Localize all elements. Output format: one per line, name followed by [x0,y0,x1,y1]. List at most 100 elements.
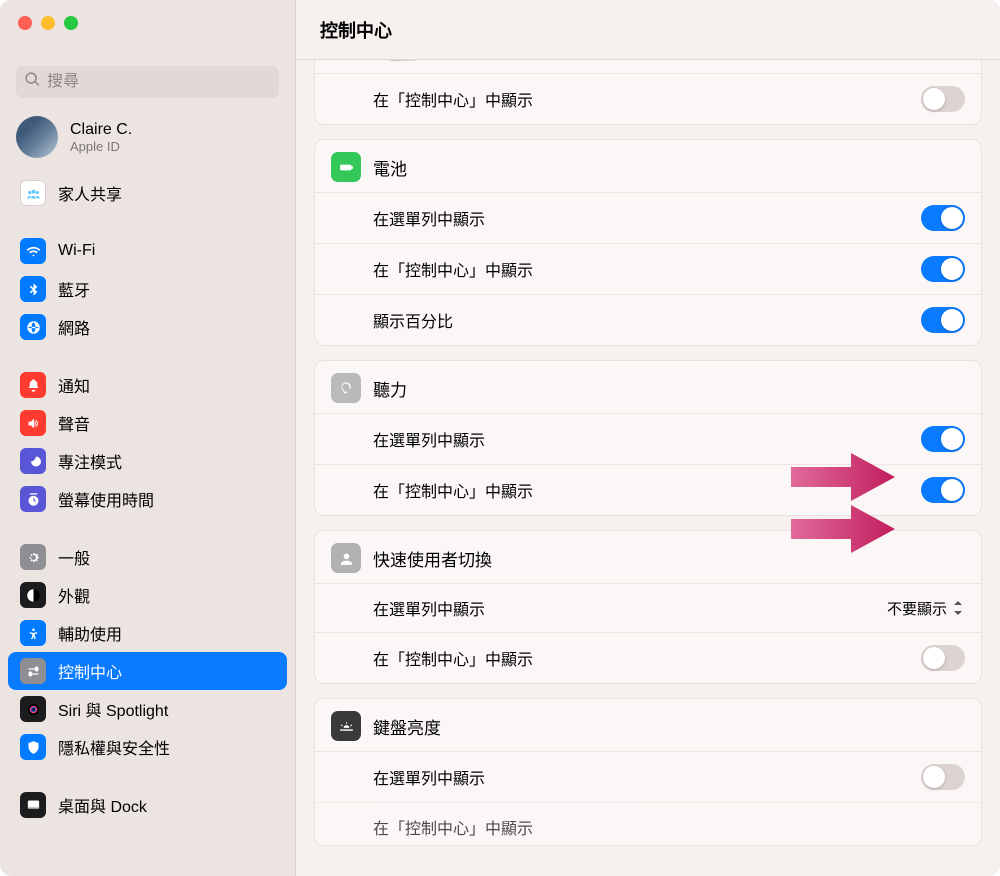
siri-icon [20,696,46,722]
sidebar-item-general[interactable]: 一般 [8,538,287,576]
setting-row-menubar: 在選單列中顯示 [315,751,981,802]
window-controls [0,0,295,44]
row-label: 顯示百分比 [373,308,921,332]
minimize-window[interactable] [41,16,55,30]
sidebar-item-privacy[interactable]: 隱私權與安全性 [8,728,287,766]
sidebar-label: 聲音 [58,411,90,435]
setting-row-menubar: 在選單列中顯示 不要顯示 [315,583,981,632]
popup-value: 不要顯示 [887,598,947,619]
toggle[interactable] [921,477,965,503]
desktop-icon [20,792,46,818]
sidebar-item-desktop[interactable]: 桌面與 Dock [8,786,287,824]
group-title: 聽力 [373,376,407,401]
sidebar-label: 家人共享 [58,181,122,205]
gear-icon [20,544,46,570]
close-window[interactable] [18,16,32,30]
keyboard-brightness-icon [331,711,361,741]
bell-icon [20,372,46,398]
sidebar-item-family[interactable]: 家人共享 [8,174,287,212]
toggle[interactable] [921,645,965,671]
annotation-arrow-2 [791,502,895,556]
sidebar-label: 桌面與 Dock [58,793,147,817]
toggle[interactable] [921,764,965,790]
bluetooth-icon [20,276,46,302]
annotation-arrow-1 [791,450,895,504]
avatar [16,116,58,158]
sidebar-item-accessibility[interactable]: 輔助使用 [8,614,287,652]
network-icon [20,314,46,340]
wifi-icon [20,238,46,264]
sidebar-item-bluetooth[interactable]: 藍牙 [8,270,287,308]
user-sub: Apple ID [70,139,132,154]
user-icon [331,543,361,573]
sidebar-label: 控制中心 [58,659,122,683]
settings-group-keyboard: 鍵盤亮度 在選單列中顯示 在「控制中心」中顯示 [314,698,982,846]
row-label: 在選單列中顯示 [373,596,887,620]
toggle[interactable] [381,60,425,61]
appleid-row[interactable]: Claire C. Apple ID [0,106,295,172]
setting-row-menubar: x [315,60,981,73]
toggle[interactable] [921,205,965,231]
row-label: 在「控制中心」中顯示 [373,87,921,111]
sidebar: Claire C. Apple ID 家人共享 Wi-Fi [0,0,296,876]
sidebar-item-appearance[interactable]: 外觀 [8,576,287,614]
sidebar-item-controlcenter[interactable]: 控制中心 [8,652,287,690]
row-label: 在「控制中心」中顯示 [373,815,965,839]
row-label: 在選單列中顯示 [373,765,921,789]
setting-row-controlcenter: 在「控制中心」中顯示 [315,73,981,124]
popup-button[interactable]: 不要顯示 [887,598,965,619]
sidebar-label: 網路 [58,315,90,339]
fullscreen-window[interactable] [64,16,78,30]
sidebar-label: 通知 [58,373,90,397]
row-label: 在「控制中心」中顯示 [373,257,921,281]
group-title: 快速使用者切換 [373,546,492,571]
screentime-icon [20,486,46,512]
group-title: 鍵盤亮度 [373,714,441,739]
search-input[interactable] [47,73,271,91]
row-label: 在選單列中顯示 [373,427,921,451]
sidebar-item-sound[interactable]: 聲音 [8,404,287,442]
sidebar-label: 輔助使用 [58,621,122,645]
sidebar-label: Siri 與 Spotlight [58,697,168,721]
setting-row-menubar: 在選單列中顯示 [315,192,981,243]
setting-row-controlcenter: 在「控制中心」中顯示 [315,802,981,845]
privacy-icon [20,734,46,760]
group-title: 電池 [373,155,407,180]
sidebar-item-wifi[interactable]: Wi-Fi [8,232,287,270]
page-title: 控制中心 [296,0,1000,60]
user-name: Claire C. [70,121,132,139]
setting-row-controlcenter: 在「控制中心」中顯示 [315,243,981,294]
sidebar-item-network[interactable]: 網路 [8,308,287,346]
row-label: 在「控制中心」中顯示 [373,646,921,670]
toggle[interactable] [921,426,965,452]
toggle[interactable] [921,86,965,112]
toggle[interactable] [921,307,965,333]
sound-icon [20,410,46,436]
sidebar-label: 螢幕使用時間 [58,487,154,511]
setting-row-percentage: 顯示百分比 [315,294,981,345]
controlcenter-icon [20,658,46,684]
settings-group-battery: 電池 在選單列中顯示 在「控制中心」中顯示 顯示百分比 [314,139,982,346]
sidebar-item-focus[interactable]: 專注模式 [8,442,287,480]
sidebar-label: 外觀 [58,583,90,607]
sidebar-label: 隱私權與安全性 [58,735,170,759]
setting-row-controlcenter: 在「控制中心」中顯示 [315,632,981,683]
sidebar-label: 一般 [58,545,90,569]
updown-icon [951,601,965,615]
search-field[interactable] [16,66,279,98]
settings-group-partial: x 在「控制中心」中顯示 [314,60,982,125]
sidebar-item-screentime[interactable]: 螢幕使用時間 [8,480,287,518]
hearing-icon [331,373,361,403]
accessibility-icon [20,620,46,646]
sidebar-item-notifications[interactable]: 通知 [8,366,287,404]
toggle[interactable] [921,256,965,282]
sidebar-label: 藍牙 [58,277,90,301]
sidebar-label: 專注模式 [58,449,122,473]
sidebar-item-siri[interactable]: Siri 與 Spotlight [8,690,287,728]
focus-icon [20,448,46,474]
search-icon [24,71,41,93]
battery-icon [331,152,361,182]
family-icon [20,180,46,206]
row-label: 在選單列中顯示 [373,206,921,230]
appearance-icon [20,582,46,608]
